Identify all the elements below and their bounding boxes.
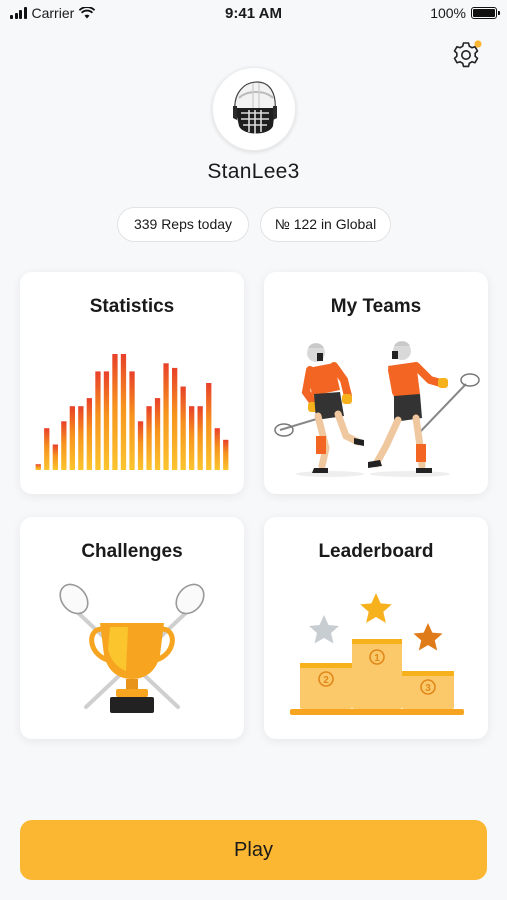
podium-third-label: 3 — [425, 683, 431, 694]
leaderboard-card[interactable]: Leaderboard 1 2 3 — [264, 517, 488, 739]
silver-star-icon — [309, 615, 339, 644]
stat-bar — [172, 367, 178, 470]
podium-second-label: 2 — [323, 675, 329, 686]
stat-bar — [163, 363, 169, 470]
stat-bar — [154, 398, 161, 470]
stat-bar — [103, 371, 110, 470]
settings-button[interactable] — [449, 38, 483, 72]
stat-bar — [146, 406, 152, 470]
stat-bar — [197, 406, 203, 470]
battery-percent: 100% — [430, 5, 466, 21]
stat-bar — [206, 383, 212, 470]
bronze-star-icon — [413, 623, 443, 651]
gear-icon — [453, 40, 482, 68]
stat-bar — [86, 398, 92, 470]
stat-bar — [44, 428, 50, 470]
reps-today-badge: 339 Reps today — [117, 207, 249, 242]
stat-bar — [214, 428, 220, 470]
stat-bar — [35, 464, 41, 470]
statistics-card[interactable]: Statistics — [20, 272, 244, 494]
stat-bar — [189, 406, 195, 470]
battery-indicator: 100% — [430, 5, 500, 21]
gold-star-icon — [360, 593, 392, 623]
podium-first-label: 1 — [374, 653, 380, 664]
stat-bar — [223, 439, 229, 470]
my-teams-card[interactable]: My Teams — [264, 272, 488, 494]
challenges-card[interactable]: Challenges — [20, 517, 244, 739]
statistics-bar-graphic — [35, 354, 229, 470]
challenges-title: Challenges — [81, 541, 183, 562]
lacrosse-helmet-icon — [233, 81, 277, 134]
global-rank-badge: № 122 in Global — [260, 207, 391, 242]
username: StanLee3 — [207, 160, 300, 183]
podium-icon: 1 2 3 — [290, 593, 464, 715]
stat-bar — [95, 371, 101, 470]
stat-bar — [69, 406, 75, 470]
stat-bar — [78, 406, 84, 470]
leaderboard-title: Leaderboard — [318, 541, 434, 562]
player-two — [368, 341, 480, 477]
trophy-icon — [59, 583, 205, 713]
stat-bar — [52, 444, 58, 470]
lacrosse-players-illustration — [274, 341, 480, 477]
stat-bar — [180, 386, 186, 470]
player-one — [274, 343, 364, 477]
battery-icon — [471, 7, 500, 19]
status-bar: Carrier 9:41 AM 100% — [0, 0, 507, 28]
stat-bar — [112, 354, 118, 470]
avatar[interactable] — [212, 67, 296, 151]
notification-dot — [474, 40, 482, 48]
stat-bar — [61, 421, 67, 470]
stat-bar — [120, 354, 127, 470]
statistics-title: Statistics — [89, 296, 175, 317]
stat-bar — [129, 371, 135, 470]
play-button[interactable]: Play — [20, 820, 487, 880]
my-teams-title: My Teams — [330, 296, 422, 317]
stat-bar — [137, 421, 144, 470]
